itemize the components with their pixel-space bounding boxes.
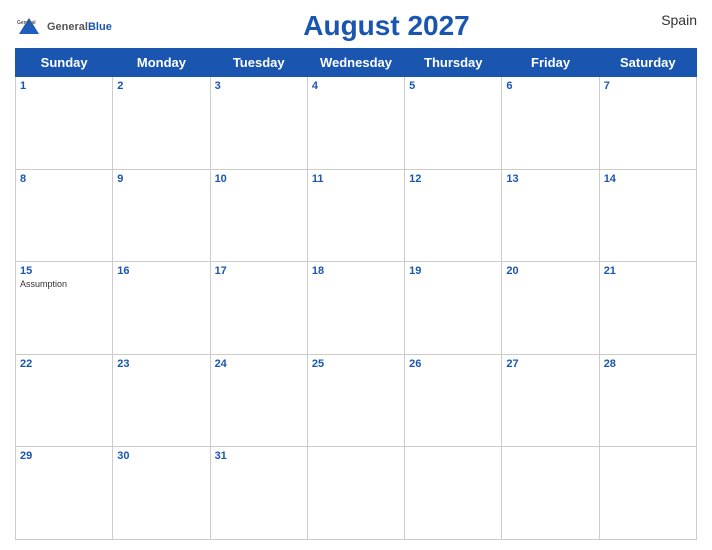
- logo-icon: General: [15, 12, 43, 40]
- day-number: 18: [312, 265, 400, 277]
- day-number: 2: [117, 80, 205, 92]
- calendar-cell: 29: [16, 447, 113, 540]
- weekday-header-wednesday: Wednesday: [307, 49, 404, 77]
- calendar-table: SundayMondayTuesdayWednesdayThursdayFrid…: [15, 48, 697, 540]
- calendar-week-row: 89 10 11 12 13 14: [16, 169, 697, 262]
- calendar-cell: 13: [502, 169, 599, 262]
- day-number: 9: [117, 173, 205, 185]
- day-number: 21: [604, 265, 692, 277]
- calendar-title: August 2027: [303, 10, 470, 42]
- calendar-cell: 16: [113, 262, 210, 355]
- calendar-cell: 17: [210, 262, 307, 355]
- day-number: 23: [117, 358, 205, 370]
- day-number: 30: [117, 450, 205, 462]
- calendar-cell: 10: [210, 169, 307, 262]
- calendar-cell: 14: [599, 169, 696, 262]
- calendar-cell: 26: [405, 354, 502, 447]
- weekday-header-tuesday: Tuesday: [210, 49, 307, 77]
- calendar-cell: [405, 447, 502, 540]
- calendar-week-row: 15 Assumption 16 17 18 19 20 21: [16, 262, 697, 355]
- calendar-cell: [307, 447, 404, 540]
- calendar-cell: 21: [599, 262, 696, 355]
- day-number: 22: [20, 358, 108, 370]
- calendar-cell: 27: [502, 354, 599, 447]
- calendar-cell: 8: [16, 169, 113, 262]
- day-number: 31: [215, 450, 303, 462]
- calendar-cell: 11: [307, 169, 404, 262]
- calendar-cell: [502, 447, 599, 540]
- calendar-cell: 23: [113, 354, 210, 447]
- calendar-week-row: 29 30 31: [16, 447, 697, 540]
- logo-general-text: General: [47, 21, 88, 33]
- svg-text:General: General: [17, 20, 36, 26]
- calendar-cell: 2: [113, 77, 210, 170]
- day-number: 13: [506, 173, 594, 185]
- calendar-cell: 30: [113, 447, 210, 540]
- weekday-header-thursday: Thursday: [405, 49, 502, 77]
- day-number: 27: [506, 358, 594, 370]
- weekday-header-friday: Friday: [502, 49, 599, 77]
- day-number: 8: [20, 173, 108, 185]
- weekday-header-monday: Monday: [113, 49, 210, 77]
- calendar-cell: 25: [307, 354, 404, 447]
- calendar-cell: 1: [16, 77, 113, 170]
- calendar-week-row: 22 23 24 25 26 27 28: [16, 354, 697, 447]
- day-number: 5: [409, 80, 497, 92]
- calendar-cell: 22: [16, 354, 113, 447]
- weekday-header-saturday: Saturday: [599, 49, 696, 77]
- day-event: Assumption: [20, 279, 108, 289]
- calendar-cell: 12: [405, 169, 502, 262]
- day-number: 28: [604, 358, 692, 370]
- day-number: 19: [409, 265, 497, 277]
- calendar-cell: 15 Assumption: [16, 262, 113, 355]
- calendar-cell: 19: [405, 262, 502, 355]
- day-number: 3: [215, 80, 303, 92]
- calendar-cell: 4: [307, 77, 404, 170]
- day-number: 14: [604, 173, 692, 185]
- calendar-cell: 31: [210, 447, 307, 540]
- calendar-cell: 24: [210, 354, 307, 447]
- logo: General GeneralBlue: [15, 12, 112, 40]
- day-number: 16: [117, 265, 205, 277]
- day-number: 20: [506, 265, 594, 277]
- day-number: 15: [20, 265, 108, 277]
- calendar-cell: 18: [307, 262, 404, 355]
- weekday-header-sunday: Sunday: [16, 49, 113, 77]
- day-number: 11: [312, 173, 400, 185]
- calendar-cell: 6: [502, 77, 599, 170]
- calendar-cell: 5: [405, 77, 502, 170]
- calendar-cell: 9: [113, 169, 210, 262]
- day-number: 4: [312, 80, 400, 92]
- calendar-header: General GeneralBlue August 2027 Spain: [15, 10, 697, 42]
- day-number: 26: [409, 358, 497, 370]
- day-number: 7: [604, 80, 692, 92]
- day-number: 25: [312, 358, 400, 370]
- calendar-week-row: 1234567: [16, 77, 697, 170]
- weekday-header-row: SundayMondayTuesdayWednesdayThursdayFrid…: [16, 49, 697, 77]
- day-number: 17: [215, 265, 303, 277]
- logo-blue-text: Blue: [88, 21, 112, 33]
- day-number: 10: [215, 173, 303, 185]
- country-label: Spain: [661, 12, 697, 28]
- calendar-cell: 3: [210, 77, 307, 170]
- day-number: 6: [506, 80, 594, 92]
- calendar-body: 123456789101112131415Assumption161718192…: [16, 77, 697, 540]
- day-number: 24: [215, 358, 303, 370]
- day-number: 1: [20, 80, 108, 92]
- day-number: 29: [20, 450, 108, 462]
- calendar-cell: [599, 447, 696, 540]
- calendar-cell: 20: [502, 262, 599, 355]
- calendar-cell: 28: [599, 354, 696, 447]
- calendar-cell: 7: [599, 77, 696, 170]
- day-number: 12: [409, 173, 497, 185]
